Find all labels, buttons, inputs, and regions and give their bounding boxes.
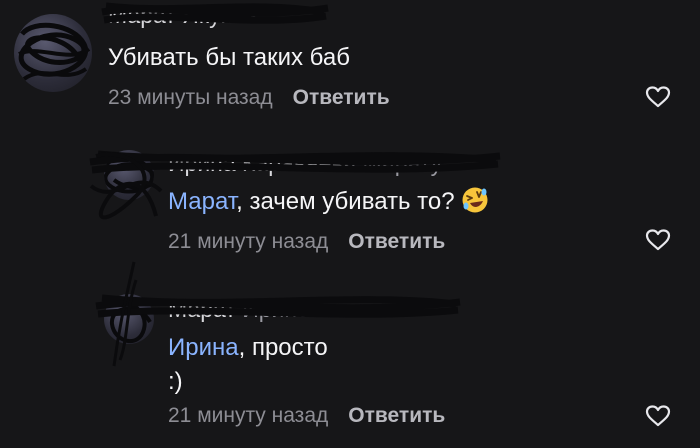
reply-button[interactable]: Ответить [348, 404, 445, 427]
avatar-scribble-icon [18, 22, 91, 81]
heart-outline-icon[interactable] [645, 228, 671, 252]
comment-text: Ирина, просто [168, 334, 328, 361]
comment-author[interactable]: Марат Якупов [108, 2, 258, 29]
mention-link[interactable]: Ирина [168, 334, 239, 361]
comment-time: 21 минуту назад [168, 230, 329, 253]
comment-item: Марат Якупов Убивать бы таких баб 23 мин… [0, 0, 700, 120]
comment-text: Убивать бы таких баб [108, 44, 350, 71]
comment-author[interactable]: Марат Ирине [168, 296, 310, 323]
heart-outline-icon[interactable] [645, 85, 671, 109]
comment-meta: 23 минуты назад Ответить [108, 86, 390, 110]
avatar-scribble-icon [108, 299, 152, 344]
avatar-scribble-icon [104, 155, 154, 194]
avatar[interactable] [104, 150, 154, 200]
comment-text-line2: :) [168, 368, 183, 395]
comment-meta: 21 минуту назад Ответить [168, 404, 445, 428]
comment-time: 21 минуту назад [168, 404, 329, 427]
mention-link[interactable]: Марат [168, 188, 236, 215]
comment-author[interactable]: Ирина Караваева Марату [168, 150, 442, 177]
comment-item: Марат Ирине Ирина, просто :) 21 минуту н… [0, 261, 700, 448]
avatar[interactable] [14, 14, 92, 92]
reply-button[interactable]: Ответить [293, 86, 390, 109]
comment-text: Марат, зачем убивать то? [168, 186, 489, 218]
avatar[interactable] [104, 294, 154, 344]
heart-outline-icon[interactable] [645, 404, 671, 428]
comment-item: Ирина Караваева Марату Марат, зачем убив… [0, 140, 700, 270]
comment-time: 23 минуты назад [108, 86, 273, 109]
comment-meta: 21 минуту назад Ответить [168, 230, 445, 254]
rolling-laughing-emoji-icon [462, 187, 488, 213]
reply-button[interactable]: Ответить [348, 230, 445, 253]
